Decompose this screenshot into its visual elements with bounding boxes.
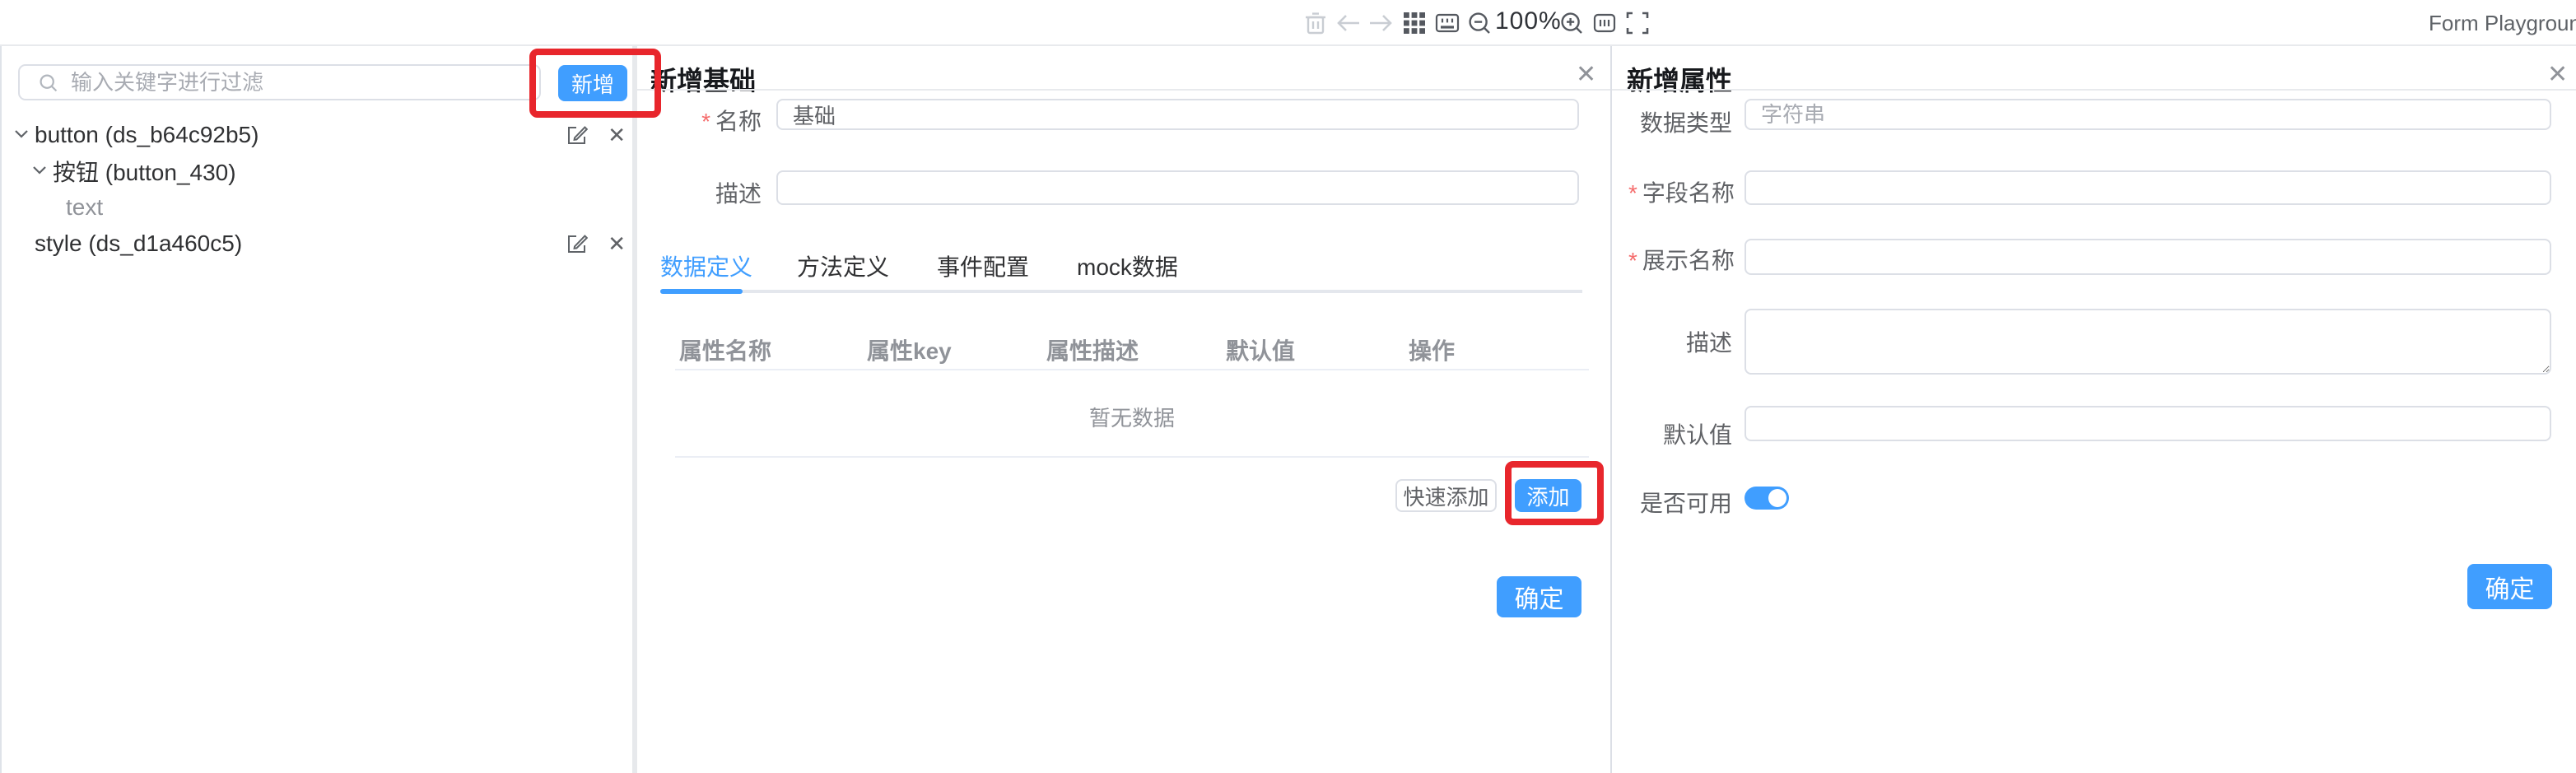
tab-track [660, 290, 1582, 293]
search-icon [40, 74, 58, 92]
tab-data-definition[interactable]: 数据定义 [660, 249, 752, 282]
tree-node-label[interactable]: button (ds_b64c92b5) [35, 122, 259, 148]
tab-active-indicator [660, 289, 743, 294]
tree-row-anniu[interactable]: 按钮 (button_430) [2, 153, 634, 189]
delete-node-icon[interactable]: ✕ [608, 124, 626, 146]
desc-input[interactable] [776, 170, 1579, 205]
edit-icon[interactable] [566, 233, 588, 254]
desc-textarea[interactable] [1745, 309, 2551, 375]
add-base-drawer: 新增基础 ✕ *名称 描述 数据定义 方法定义 事件配置 mock数据 属性名称… [637, 46, 1610, 773]
drawer-title: 新增基础 [650, 60, 756, 98]
chevron-down-icon[interactable] [30, 158, 49, 184]
required-mark: * [701, 109, 710, 134]
table-header-border [675, 369, 1589, 370]
top-toolbar: 100% Form Playground F [0, 0, 2576, 46]
keyboard-icon[interactable] [1431, 7, 1464, 40]
field-label-data-type: 数据类型 [1628, 105, 1732, 138]
table-bottom-border [675, 456, 1589, 458]
undo-back-icon[interactable] [1332, 7, 1365, 40]
app-title: Form Playground F [2429, 11, 2576, 36]
field-name-input[interactable] [1745, 170, 2551, 205]
component-tree-sidebar: 新增 button (ds_b64c92b5) ✕ 按钮 (button_430… [0, 46, 632, 773]
tree-node-label[interactable]: 按钮 (button_430) [53, 155, 236, 188]
field-label-desc: 描述 [1628, 325, 1732, 358]
zoom-out-icon[interactable] [1463, 7, 1496, 40]
zoom-in-icon[interactable] [1555, 7, 1588, 40]
data-type-select[interactable] [1745, 99, 2551, 130]
field-label-enabled: 是否可用 [1628, 486, 1732, 519]
name-input[interactable] [776, 99, 1579, 130]
toggle-knob [1768, 489, 1786, 507]
confirm-button[interactable]: 确定 [2467, 564, 2552, 609]
tree-row-style[interactable]: style (ds_d1a460c5) ✕ [2, 226, 634, 262]
edit-icon[interactable] [566, 124, 588, 146]
field-label-display-name: *展示名称 [1628, 243, 1732, 276]
minimap-icon[interactable] [1588, 7, 1621, 40]
chevron-down-icon[interactable] [12, 122, 30, 148]
drawer-title: 新增属性 [1627, 60, 1732, 98]
display-name-input[interactable] [1745, 239, 2551, 275]
tab-event-config[interactable]: 事件配置 [937, 249, 1029, 282]
col-header-prop-key: 属性key [867, 333, 952, 366]
close-icon[interactable]: ✕ [1576, 63, 1596, 87]
zoom-level: 100% [1495, 7, 1562, 35]
confirm-button[interactable]: 确定 [1497, 576, 1581, 617]
redo-forward-icon[interactable] [1364, 7, 1397, 40]
divider [1612, 89, 2576, 91]
search-box [18, 64, 541, 100]
delete-node-icon[interactable]: ✕ [608, 233, 626, 254]
tree-row-button[interactable]: button (ds_b64c92b5) ✕ [2, 117, 634, 153]
required-mark: * [1628, 180, 1637, 206]
field-label-field-name: *字段名称 [1628, 175, 1732, 208]
field-label-desc: 描述 [670, 176, 762, 209]
add-button[interactable]: 添加 [1515, 479, 1581, 512]
tree-node-label[interactable]: text [66, 194, 103, 221]
quick-add-button[interactable]: 快速添加 [1395, 479, 1497, 512]
fullscreen-icon[interactable] [1621, 7, 1654, 40]
table-empty-text: 暂无数据 [675, 402, 1589, 432]
col-header-prop-name: 属性名称 [679, 333, 771, 366]
enabled-toggle[interactable] [1745, 487, 1789, 510]
delete-icon[interactable] [1299, 7, 1332, 40]
tree-node-label[interactable]: style (ds_d1a460c5) [35, 231, 242, 257]
search-input[interactable] [71, 68, 532, 97]
required-mark: * [1628, 248, 1637, 273]
col-header-prop-desc: 属性描述 [1046, 333, 1139, 366]
close-icon[interactable]: ✕ [2547, 63, 2568, 87]
add-datasource-button[interactable]: 新增 [558, 65, 627, 101]
field-label-name: *名称 [670, 104, 762, 137]
col-header-default: 默认值 [1226, 333, 1295, 366]
field-label-default-value: 默认值 [1628, 417, 1732, 450]
grid-view-icon[interactable] [1398, 7, 1431, 40]
col-header-actions: 操作 [1409, 333, 1455, 366]
divider [637, 89, 1610, 91]
tab-method-definition[interactable]: 方法定义 [797, 249, 889, 282]
tree-row-text[interactable]: text [2, 189, 634, 226]
add-property-drawer: 新增属性 ✕ 数据类型 *字段名称 *展示名称 描述 默认值 是否可用 确定 [1612, 46, 2576, 773]
default-value-input[interactable] [1745, 406, 2551, 441]
tab-mock-data[interactable]: mock数据 [1077, 249, 1178, 282]
